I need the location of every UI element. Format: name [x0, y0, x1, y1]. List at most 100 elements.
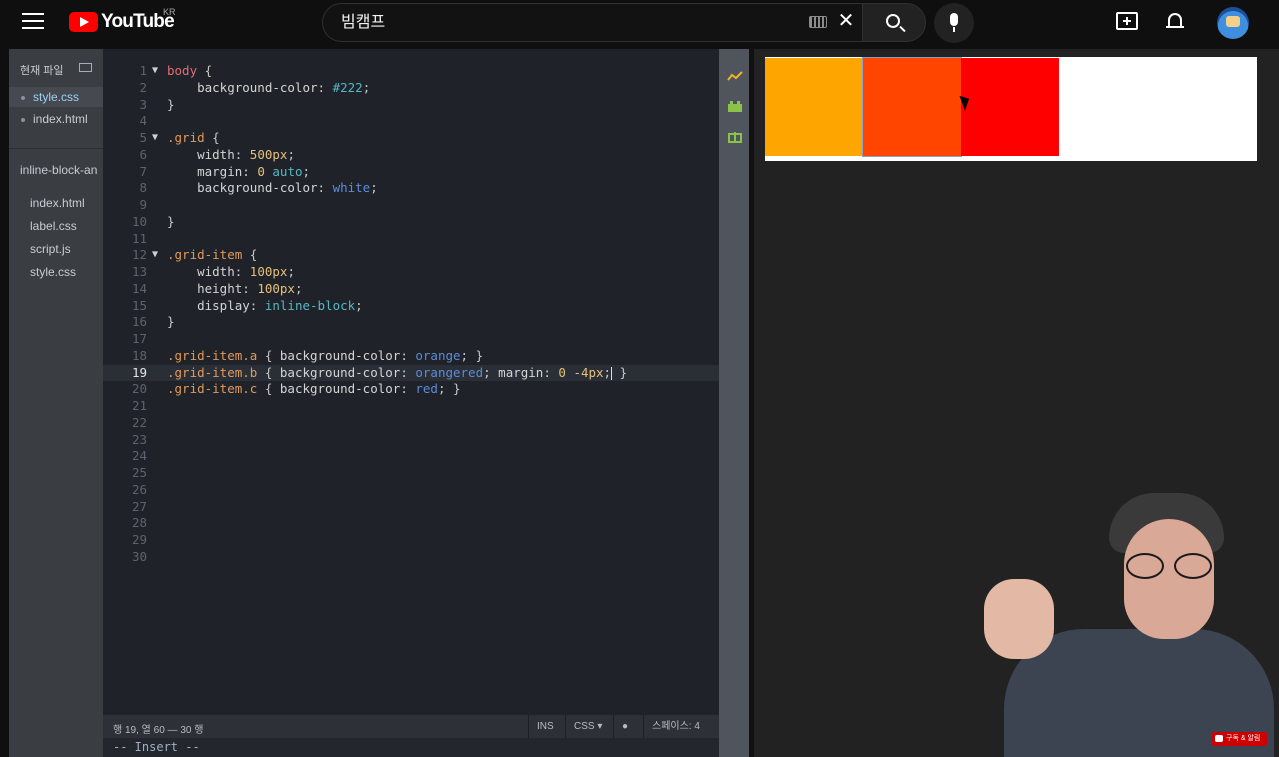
youtube-play-icon — [69, 12, 98, 32]
fold-toggle-icon[interactable]: ▼ — [152, 130, 158, 147]
line-number: 17 — [131, 331, 147, 346]
line-number: 27 — [131, 498, 147, 514]
split-view-icon[interactable] — [79, 63, 92, 72]
gift-icon[interactable] — [727, 129, 743, 143]
code-editor[interactable]: 1 ▼ body {2 background-color: #222; 3} 4 5 ▼ .g… — [103, 49, 719, 757]
language-select[interactable]: CSS ▾ — [565, 715, 610, 738]
code-line[interactable]: 17 — [103, 331, 719, 348]
line-number: 29 — [131, 532, 147, 547]
code-lines[interactable]: 1 ▼ body {2 background-color: #222; 3} 4 5 ▼ .g… — [103, 63, 719, 566]
project-file-style-css[interactable]: style.css — [30, 265, 76, 279]
code-line[interactable]: 19 .grid-item.b { background-color: orang… — [103, 364, 719, 382]
code-line[interactable]: 10} — [103, 214, 719, 231]
line-number: 4 — [139, 113, 147, 129]
line-number: 19 — [131, 364, 147, 380]
presenter-webcam — [974, 489, 1279, 757]
code-line[interactable]: 18 .grid-item.a { background-color: orang… — [103, 348, 719, 365]
live-preview-icon[interactable] — [727, 69, 743, 83]
code-line[interactable]: 21 — [103, 398, 719, 415]
grid-item-b — [862, 57, 962, 157]
code-text: .grid { — [167, 130, 220, 145]
code-line[interactable]: 1 ▼ body { — [103, 63, 719, 80]
cursor-position: 행 19, 열 60 — 30 행 — [113, 725, 204, 736]
code-line[interactable]: 22 — [103, 415, 719, 432]
line-number: 23 — [131, 431, 147, 447]
code-line[interactable]: 28 — [103, 515, 719, 532]
line-number: 5 — [139, 130, 147, 145]
code-line[interactable]: 12 ▼ .grid-item { — [103, 247, 719, 264]
code-text: margin: 0 auto; — [167, 163, 311, 179]
code-line[interactable]: 13 width: 100px; — [103, 264, 719, 281]
open-file-index-html[interactable]: index.html — [21, 112, 88, 126]
linter-status-icon[interactable]: ● — [613, 715, 636, 738]
code-line[interactable]: 26 — [103, 482, 719, 499]
code-line[interactable]: 25 — [103, 465, 719, 482]
line-number: 25 — [131, 465, 147, 480]
status-bar: 행 19, 열 60 — 30 행 INS CSS ▾ ● 스페이스: 4 — [103, 715, 719, 738]
create-video-icon[interactable] — [1116, 12, 1138, 30]
code-text: } — [167, 96, 175, 112]
search-button[interactable] — [862, 3, 926, 42]
clear-search-icon[interactable]: ✕ — [837, 11, 855, 31]
indent-setting[interactable]: 스페이스: 4 — [643, 715, 708, 738]
code-line[interactable]: 14 height: 100px; — [103, 281, 719, 298]
code-line[interactable]: 4 — [103, 113, 719, 130]
line-number: 30 — [131, 548, 147, 564]
insert-mode-indicator[interactable]: INS — [528, 715, 562, 738]
vim-mode-line: -- Insert -- — [103, 738, 719, 757]
project-file-index-html[interactable]: index.html — [30, 196, 85, 210]
line-number: 12 — [131, 247, 147, 263]
line-number: 7 — [139, 163, 147, 179]
code-line[interactable]: 27 — [103, 499, 719, 516]
microphone-icon — [950, 13, 958, 32]
code-line[interactable]: 3} — [103, 97, 719, 114]
avatar[interactable] — [1217, 7, 1249, 39]
subscribe-badge[interactable]: 구독 & 알림 — [1212, 732, 1267, 746]
voice-search-button[interactable] — [934, 3, 974, 43]
code-line[interactable]: 11 — [103, 231, 719, 248]
code-text: .grid-item { — [167, 247, 258, 263]
line-number: 1 — [139, 63, 147, 78]
menu-icon[interactable] — [22, 13, 44, 31]
code-line[interactable]: 15 display: inline-block; — [103, 298, 719, 315]
code-line[interactable]: 5 ▼ .grid { — [103, 130, 719, 147]
project-file-label-css[interactable]: label.css — [30, 219, 77, 233]
line-number: 13 — [131, 264, 147, 279]
youtube-logo[interactable]: YouTube KR — [69, 7, 176, 33]
extension-manager-icon[interactable] — [727, 99, 743, 113]
code-line[interactable]: 20 .grid-item.c { background-color: red; … — [103, 381, 719, 398]
fold-toggle-icon[interactable]: ▼ — [152, 63, 158, 80]
code-line[interactable]: 9 — [103, 197, 719, 214]
line-number: 10 — [131, 213, 147, 229]
open-file-style-css[interactable]: style.css — [21, 90, 79, 104]
notifications-icon[interactable] — [1166, 11, 1184, 31]
code-text: height: 100px; — [167, 280, 303, 296]
code-text: background-color: #222; — [167, 79, 371, 95]
grid-container — [765, 57, 1257, 161]
code-text: width: 100px; — [167, 264, 295, 279]
line-number: 20 — [131, 381, 147, 397]
code-text: .grid-item.c { background-color: red; } — [167, 381, 461, 397]
video-player[interactable]: 현재 파일 style.css index.html inline-block-… — [9, 49, 1279, 757]
code-line[interactable]: 30 — [103, 549, 719, 566]
code-line[interactable]: 29 — [103, 532, 719, 549]
code-line[interactable]: 23 — [103, 432, 719, 449]
file-sidebar: 현재 파일 style.css index.html inline-block-… — [9, 49, 103, 757]
code-text: width: 500px; — [167, 146, 295, 162]
fold-toggle-icon[interactable]: ▼ — [152, 247, 158, 264]
project-file-script-js[interactable]: script.js — [30, 242, 71, 256]
line-number: 8 — [139, 180, 147, 196]
code-line[interactable]: 16} — [103, 314, 719, 331]
line-number: 21 — [131, 398, 147, 413]
code-line[interactable]: 2 background-color: #222; — [103, 80, 719, 97]
code-line[interactable]: 6 width: 500px; — [103, 147, 719, 164]
code-line[interactable]: 24 — [103, 448, 719, 465]
search-input[interactable]: 빔캠프 — [322, 3, 862, 42]
search-bar: 빔캠프 ✕ — [322, 3, 926, 42]
code-line[interactable]: 8 background-color: white; — [103, 180, 719, 197]
code-line[interactable]: 7 margin: 0 auto; — [103, 164, 719, 181]
line-number: 28 — [131, 515, 147, 531]
line-number: 26 — [131, 481, 147, 497]
keyboard-icon[interactable] — [809, 16, 827, 28]
project-folder-name[interactable]: inline-block-an — [20, 163, 103, 177]
